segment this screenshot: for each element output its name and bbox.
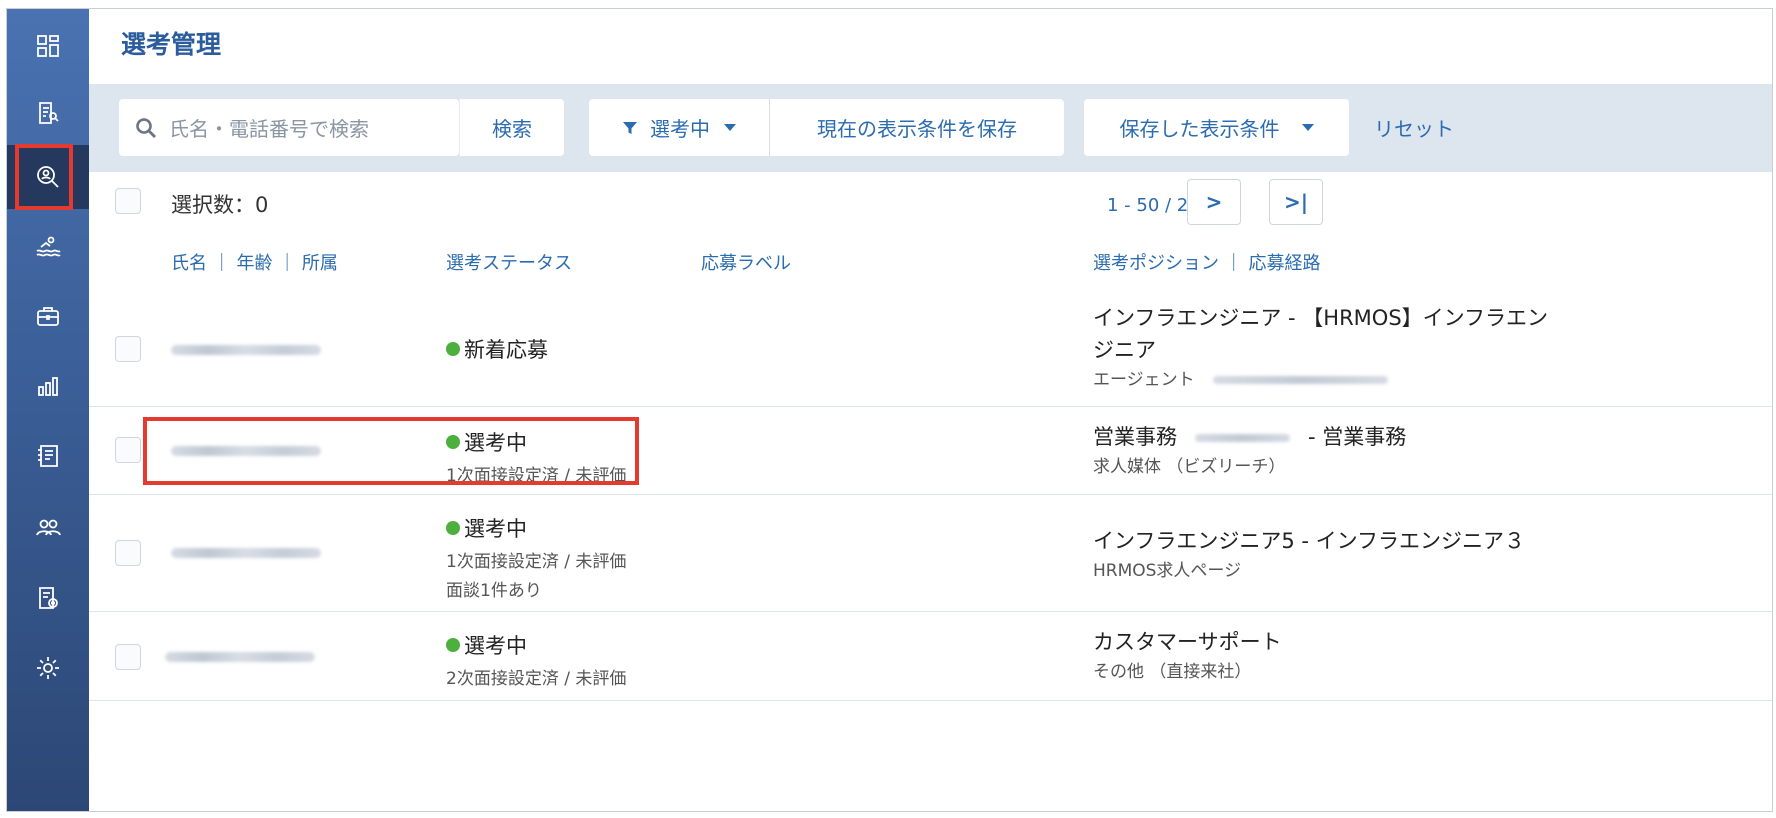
sidebar-item-applicants[interactable] [7,145,89,209]
column-header-status[interactable]: 選考ステータス [446,249,572,275]
row-checkbox[interactable] [115,644,141,670]
saved-conditions-dropdown[interactable]: 保存した表示条件 [1084,99,1349,156]
table-row[interactable]: 選考中 1次面接設定済 / 未評価 営業事務 - 営業事務 求人媒体 （ビズリーチ… [89,407,1772,495]
row-checkbox[interactable] [115,437,141,463]
position-cell: カスタマーサポート その他 （直接来社） [1093,626,1282,684]
dashboard-icon [37,35,59,57]
notes-icon [38,445,58,467]
position-line: インフラエンジニア5 - インフラエンジニア３ [1093,529,1526,553]
column-header-name[interactable]: 氏名 ｜ 年齢 ｜ 所属 [171,249,338,275]
status-text: 選考中 [464,431,527,455]
applicant-search-icon [37,166,59,188]
table-row[interactable]: 新着応募 インフラエンジニア - 【HRMOS】インフラエン ジニア エージェン… [89,294,1772,407]
row-checkbox[interactable] [115,336,141,362]
status-cell: 選考中 2次面接設定済 / 未評価 [446,630,626,689]
column-header-label[interactable]: 応募ラベル [701,249,791,275]
status-text: 選考中 [464,517,527,541]
reset-link[interactable]: リセット [1374,99,1454,156]
sidebar-item-forms[interactable] [7,566,89,630]
route-text: エージェント [1093,368,1548,392]
status-dot [446,342,460,356]
selected-count: 選択数：0 [171,193,269,217]
table-row[interactable]: 選考中 2次面接設定済 / 未評価 カスタマーサポート その他 （直接来社） [89,612,1772,701]
sidebar-item-settings[interactable] [7,636,89,700]
status-cell: 選考中 1次面接設定済 / 未評価 面談1件あり [446,513,626,601]
sidebar [7,9,89,811]
column-header-position[interactable]: 選考ポジション ｜ 応募経路 [1093,249,1320,275]
route-text: その他 （直接来社） [1093,662,1252,682]
briefcase-icon [37,307,59,326]
status-filter-label: 選考中 [650,117,710,141]
filter-toolbar: 氏名・電話番号で検索 検索 選考中 現在の表示条件を保存 保存した表示条件 リセ… [89,84,1772,172]
filter-group: 選考中 現在の表示条件を保存 [589,99,1064,156]
position-line: インフラエンジニア - 【HRMOS】インフラエン [1093,306,1549,330]
document-search-icon [39,102,59,124]
main-content: 選考管理 氏名・電話番号で検索 検索 選考中 現在の表示条件を保存 保存した表示… [89,9,1772,811]
sidebar-item-dashboard[interactable] [7,14,89,78]
position-line: ジニア [1093,338,1156,362]
users-icon [36,519,61,536]
sidebar-item-swim[interactable] [7,214,89,278]
status-text: 選考中 [464,634,527,658]
chevron-down-icon [1301,124,1314,131]
saved-conditions-label: 保存した表示条件 [1119,117,1280,141]
position-cell: インフラエンジニア5 - インフラエンジニア３ HRMOS求人ページ [1093,525,1525,583]
app-window: 選考管理 氏名・電話番号で検索 検索 選考中 現在の表示条件を保存 保存した表示… [6,8,1773,812]
status-text: 新着応募 [464,338,548,362]
search-icon [136,117,156,138]
status-cell: 新着応募 [446,334,548,364]
next-page-button[interactable]: > [1187,179,1241,225]
status-detail: 2次面接設定済 / 未評価 [446,669,627,689]
select-all-checkbox[interactable] [115,188,141,214]
save-conditions-button[interactable]: 現在の表示条件を保存 [770,113,1064,142]
status-dot [446,521,460,535]
row-checkbox[interactable] [115,540,141,566]
status-dot [446,435,460,449]
document-settings-icon [39,587,58,609]
bar-chart-icon [38,377,58,396]
route-text: HRMOS求人ページ [1093,561,1242,581]
status-note: 面談1件あり [446,581,542,601]
position-name-redacted [1195,434,1290,442]
applicant-name-redacted[interactable] [171,446,321,456]
search-button[interactable]: 検索 [459,99,564,156]
sidebar-item-members[interactable] [7,496,89,560]
page-title: 選考管理 [121,30,222,59]
search-input[interactable]: 氏名・電話番号で検索 [119,99,459,156]
position-line: カスタマーサポート [1093,630,1282,654]
position-line: 営業事務 - 営業事務 [1093,425,1407,449]
sidebar-item-documents[interactable] [7,81,89,145]
sidebar-item-jobs[interactable] [7,284,89,348]
applicant-name-redacted[interactable] [165,652,315,662]
agent-name-redacted [1212,376,1388,384]
sidebar-item-reports[interactable] [7,354,89,418]
status-dot [446,638,460,652]
position-cell: インフラエンジニア - 【HRMOS】インフラエン ジニア エージェント [1093,302,1548,392]
sidebar-item-notes[interactable] [7,424,89,488]
gear-icon [37,657,59,679]
table-row[interactable]: 選考中 1次面接設定済 / 未評価 面談1件あり インフラエンジニア5 - イン… [89,495,1772,612]
status-cell: 選考中 1次面接設定済 / 未評価 [446,427,626,486]
position-cell: 営業事務 - 営業事務 求人媒体 （ビズリーチ） [1093,421,1406,479]
filter-icon [623,121,637,134]
last-page-button[interactable]: >| [1269,179,1323,225]
status-detail: 1次面接設定済 / 未評価 [446,466,627,486]
applicant-name-redacted[interactable] [171,345,321,355]
applicant-name-redacted[interactable] [171,548,321,558]
swimmer-icon [36,236,61,257]
route-text: 求人媒体 （ビズリーチ） [1093,457,1286,477]
status-filter-dropdown[interactable]: 選考中 [589,99,770,156]
chevron-down-icon [724,124,736,131]
search-placeholder: 氏名・電話番号で検索 [169,117,369,141]
status-detail: 1次面接設定済 / 未評価 [446,552,627,572]
